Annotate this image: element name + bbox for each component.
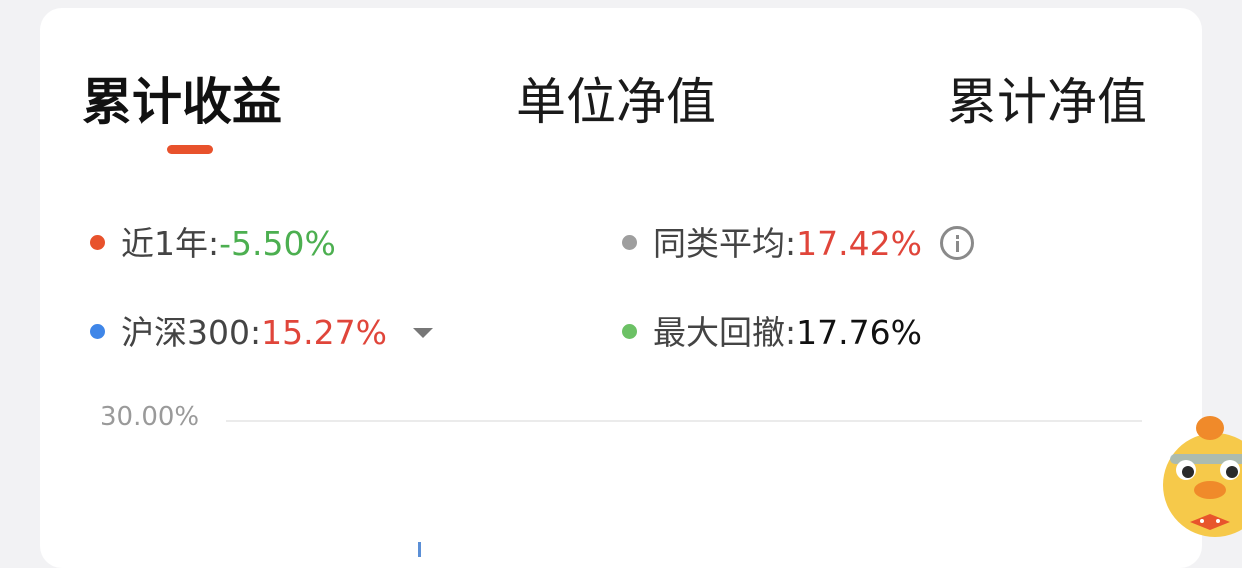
metric-recent-year-value: -5.50% bbox=[219, 224, 336, 263]
metric-benchmark: 沪深300:15.27% bbox=[90, 311, 433, 355]
metric-max-drawdown-value: 17.76% bbox=[796, 313, 922, 352]
metric-peer-average-label: 同类平均: bbox=[653, 224, 797, 263]
y-axis-top-label: 30.00% bbox=[100, 402, 200, 432]
chart-line-start bbox=[418, 542, 421, 557]
returns-card: 累计收益 单位净值 累计净值 近1年:-5.50% 同类平均:17.42% 沪深… bbox=[40, 8, 1202, 568]
tab-unit-nav[interactable]: 单位净值 bbox=[516, 70, 716, 134]
chart-gridline bbox=[226, 420, 1142, 422]
metric-peer-average-value: 17.42% bbox=[796, 224, 922, 263]
tab-cumulative-return[interactable]: 累计收益 bbox=[82, 70, 282, 134]
legend-dot-drawdown bbox=[622, 324, 637, 339]
tab-cumulative-nav[interactable]: 累计净值 bbox=[947, 70, 1147, 134]
metric-benchmark-label[interactable]: 沪深300: bbox=[121, 313, 261, 352]
metric-recent-year: 近1年:-5.50% bbox=[90, 222, 336, 266]
metric-max-drawdown-label: 最大回撤: bbox=[653, 313, 797, 352]
active-tab-indicator bbox=[167, 145, 213, 154]
metric-benchmark-value: 15.27% bbox=[261, 313, 387, 352]
caret-down-icon[interactable] bbox=[412, 327, 433, 338]
metric-peer-average: 同类平均:17.42% bbox=[622, 222, 974, 266]
info-icon[interactable] bbox=[939, 225, 974, 260]
duck-mascot-icon[interactable] bbox=[1160, 410, 1242, 550]
legend-dot-peer bbox=[622, 235, 637, 250]
metric-max-drawdown: 最大回撤:17.76% bbox=[622, 311, 922, 355]
legend-dot-benchmark bbox=[90, 324, 105, 339]
legend-dot-fund bbox=[90, 235, 105, 250]
metric-recent-year-label: 近1年: bbox=[121, 224, 220, 263]
